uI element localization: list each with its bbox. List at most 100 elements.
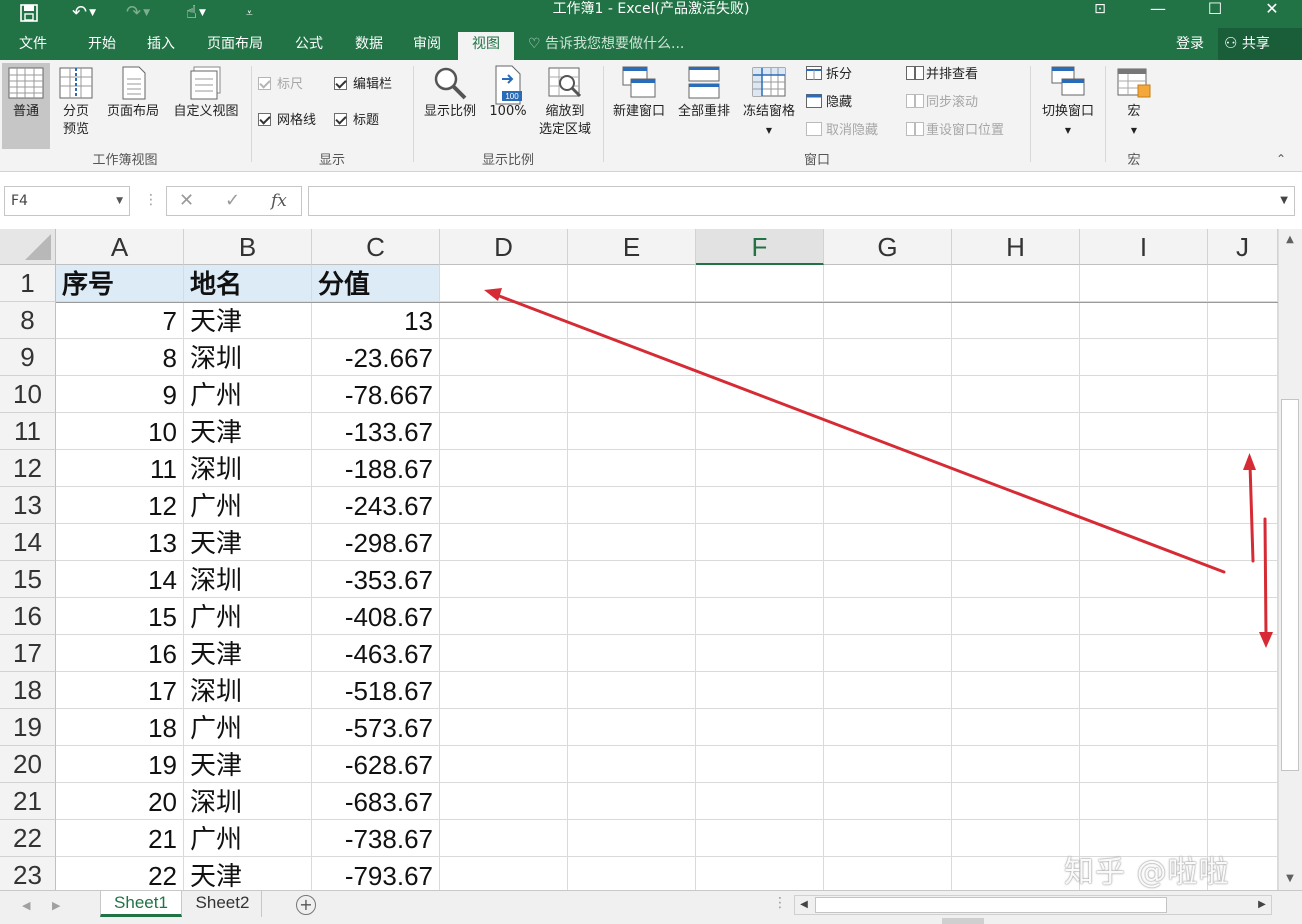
row-header[interactable]: 17 xyxy=(0,635,56,672)
cell-b[interactable]: 广州 xyxy=(184,598,312,635)
cell-h[interactable] xyxy=(952,857,1080,890)
cell-g[interactable] xyxy=(824,857,952,890)
cell-c[interactable]: -628.67 xyxy=(312,746,440,783)
maximize-button[interactable]: ☐ xyxy=(1195,0,1235,20)
cell-h[interactable] xyxy=(952,487,1080,524)
cell-j[interactable] xyxy=(1208,302,1278,339)
cell-h[interactable] xyxy=(952,783,1080,820)
worksheet-grid[interactable]: ABCDEFGHIJ 1 序号 地名 分值 8 7 天津 13 9 8 深圳 -23.667 10 9 广州… xyxy=(0,229,1278,890)
cell-b[interactable]: 天津 xyxy=(184,302,312,339)
row-header[interactable]: 21 xyxy=(0,783,56,820)
cell-g[interactable] xyxy=(824,672,952,709)
cell-e[interactable] xyxy=(568,339,696,376)
cell-c[interactable]: -408.67 xyxy=(312,598,440,635)
cell-f[interactable] xyxy=(696,265,824,302)
freeze-panes-button[interactable]: 冻结窗格 ▼ xyxy=(736,63,802,140)
cell-a[interactable]: 21 xyxy=(56,820,184,857)
cell-f[interactable] xyxy=(696,709,824,746)
login-link[interactable]: 登录 xyxy=(1176,32,1204,56)
cell-a[interactable]: 20 xyxy=(56,783,184,820)
cell-f[interactable] xyxy=(696,783,824,820)
split-button[interactable]: 拆分 xyxy=(806,64,852,86)
cell-c[interactable]: -78.667 xyxy=(312,376,440,413)
tell-me-box[interactable]: ♡ 告诉我您想要做什么... xyxy=(528,32,684,56)
cell-g[interactable] xyxy=(824,820,952,857)
prev-sheet-icon[interactable]: ◀ xyxy=(22,899,30,912)
zoom-to-selection-button[interactable]: 缩放到 选定区域 xyxy=(532,63,598,139)
cell-e[interactable] xyxy=(568,561,696,598)
page-break-preview-button[interactable]: 分页 预览 xyxy=(54,63,98,139)
cell-i[interactable] xyxy=(1080,635,1208,672)
column-header-g[interactable]: G xyxy=(824,229,952,265)
close-button[interactable]: ✕ xyxy=(1252,0,1292,20)
vertical-scrollbar[interactable]: ▲ ▼ xyxy=(1278,229,1302,890)
cell-c[interactable]: -353.67 xyxy=(312,561,440,598)
gridlines-checkbox[interactable]: 网格线 xyxy=(258,110,316,132)
cell-e[interactable] xyxy=(568,302,696,339)
zoom-100-button[interactable]: 100 100% xyxy=(486,63,530,121)
cell-j[interactable] xyxy=(1208,635,1278,672)
row-header[interactable]: 15 xyxy=(0,561,56,598)
column-header-c[interactable]: C xyxy=(312,229,440,265)
scroll-down-icon[interactable]: ▼ xyxy=(1279,870,1301,888)
cell-e[interactable] xyxy=(568,746,696,783)
cell-b[interactable]: 广州 xyxy=(184,487,312,524)
cell-f[interactable] xyxy=(696,857,824,890)
cell-g[interactable] xyxy=(824,487,952,524)
cell-e[interactable] xyxy=(568,857,696,890)
cell-h[interactable] xyxy=(952,413,1080,450)
tab-insert[interactable]: 插入 xyxy=(134,32,188,60)
cell-j[interactable] xyxy=(1208,783,1278,820)
cell-d[interactable] xyxy=(440,376,568,413)
tab-home[interactable]: 开始 xyxy=(74,32,130,60)
cell-i[interactable] xyxy=(1080,302,1208,339)
cell-f[interactable] xyxy=(696,746,824,783)
cell-f[interactable] xyxy=(696,487,824,524)
cell-i[interactable] xyxy=(1080,783,1208,820)
scroll-right-icon[interactable]: ▶ xyxy=(1253,896,1271,914)
sheet-tab-sheet2[interactable]: Sheet2 xyxy=(184,891,262,917)
cell-j[interactable] xyxy=(1208,450,1278,487)
headings-checkbox[interactable]: 标题 xyxy=(334,110,379,132)
formula-bar-checkbox[interactable]: 编辑栏 xyxy=(334,74,392,96)
hide-window-button[interactable]: 隐藏 xyxy=(806,92,852,114)
cell-d[interactable] xyxy=(440,561,568,598)
cell-d[interactable] xyxy=(440,598,568,635)
cell-b[interactable]: 深圳 xyxy=(184,783,312,820)
cell-b[interactable]: 深圳 xyxy=(184,339,312,376)
cell-d[interactable] xyxy=(440,857,568,890)
cell-h[interactable] xyxy=(952,339,1080,376)
cell-g[interactable] xyxy=(824,746,952,783)
row-header[interactable]: 10 xyxy=(0,376,56,413)
cell-g[interactable] xyxy=(824,524,952,561)
expand-formula-bar-icon[interactable]: ▼ xyxy=(1280,187,1288,215)
cell-d[interactable] xyxy=(440,709,568,746)
cell-f[interactable] xyxy=(696,450,824,487)
cell-e[interactable] xyxy=(568,783,696,820)
cell-i[interactable] xyxy=(1080,746,1208,783)
cell-g[interactable] xyxy=(824,413,952,450)
cell-h[interactable] xyxy=(952,524,1080,561)
cell-g[interactable] xyxy=(824,302,952,339)
cell-g[interactable] xyxy=(824,265,952,302)
arrange-all-button[interactable]: 全部重排 xyxy=(672,63,736,121)
cell-d[interactable] xyxy=(440,672,568,709)
cell-g[interactable] xyxy=(824,635,952,672)
view-side-by-side-button[interactable]: 并排查看 xyxy=(906,64,978,86)
cell-c[interactable]: 分值 xyxy=(312,265,440,302)
switch-windows-button[interactable]: 切换窗口 ▼ xyxy=(1034,63,1102,140)
cell-b[interactable]: 天津 xyxy=(184,524,312,561)
cell-a[interactable]: 19 xyxy=(56,746,184,783)
cell-a[interactable]: 13 xyxy=(56,524,184,561)
cell-b[interactable]: 天津 xyxy=(184,413,312,450)
row-header[interactable]: 9 xyxy=(0,339,56,376)
macros-button[interactable]: 宏 ▼ xyxy=(1112,63,1156,140)
name-box-dropdown-icon[interactable]: ▼ xyxy=(116,187,123,215)
row-header[interactable]: 18 xyxy=(0,672,56,709)
horizontal-scrollbar[interactable]: ◀ ▶ xyxy=(794,895,1272,915)
cell-a[interactable]: 7 xyxy=(56,302,184,339)
cell-e[interactable] xyxy=(568,376,696,413)
cell-g[interactable] xyxy=(824,709,952,746)
macros-dropdown-icon[interactable]: ▼ xyxy=(1131,126,1137,135)
column-header-j[interactable]: J xyxy=(1208,229,1278,265)
